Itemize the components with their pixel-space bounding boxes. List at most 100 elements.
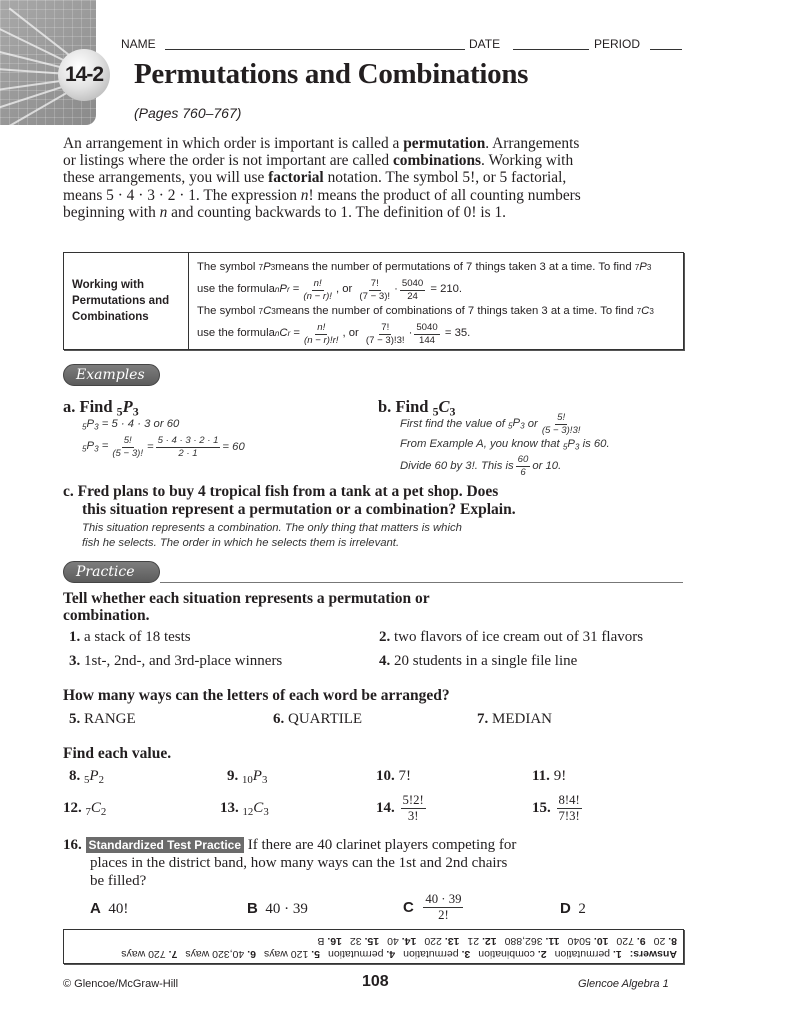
term-permutation: permutation [403, 135, 486, 152]
choice-text: 40 · 39 [265, 901, 308, 917]
fraction: 7! (7 − 3)! [357, 279, 392, 301]
text: · [408, 327, 413, 340]
subscript-n: 10 [242, 774, 253, 787]
problem-number: 4. [379, 653, 391, 669]
problem-3: 3. 1st-, 2nd-, and 3rd-place winners [69, 653, 282, 670]
problem-5: 5. RANGE [69, 711, 136, 728]
problem-text: be filled? [90, 873, 147, 889]
name-field[interactable] [165, 49, 465, 50]
numerator: 40 · 39 [423, 892, 464, 908]
answer-number: 14. [401, 935, 417, 947]
answer-entry: 3. permutation [403, 948, 470, 960]
choice-d[interactable]: D 2 [560, 900, 586, 918]
term-factorial: factorial [268, 169, 324, 187]
answer-value: permutation [328, 948, 387, 960]
problem-number: 13. [220, 800, 239, 816]
fraction: 40 · 39 2! [423, 892, 464, 922]
text: use the formula [197, 327, 275, 340]
problem-number: 10. [376, 768, 395, 784]
problem-text: places in the district band, how many wa… [90, 855, 508, 871]
subscript-n: 12 [242, 806, 254, 819]
page-reference: (Pages 760–767) [134, 105, 242, 121]
choice-b[interactable]: B 40 · 39 [247, 900, 308, 918]
choice-a[interactable]: A 40! [90, 900, 128, 918]
problem-text: 7! [398, 768, 412, 784]
lesson-number-badge: 14-2 [58, 49, 110, 101]
fraction: n! (n − r)!r! [302, 323, 340, 345]
intro-paragraph: An arrangement in which order is importa… [63, 135, 593, 221]
fraction: 5040 24 [399, 279, 426, 301]
answer-value: permutation [403, 948, 462, 960]
intro-text: and counting backwards to 1. The definit… [167, 203, 506, 221]
problem-7: 7. MEDIAN [477, 711, 552, 728]
symbol: P [89, 768, 99, 784]
denominator: (7 − 3)! [359, 290, 391, 302]
answer-number: 3. [461, 948, 471, 960]
answer-value: B [317, 935, 328, 947]
question-text: Fred plans to buy 4 tropical fish from a… [77, 483, 499, 500]
answer-number: 5. [311, 948, 320, 960]
name-label: NAME [121, 37, 156, 51]
standardized-test-practice-badge: Standardized Test Practice [85, 837, 244, 853]
problem-16: 16. Standardized Test Practice If there … [63, 836, 623, 890]
example-heading-text: Find [79, 397, 113, 416]
problem-number: 15. [532, 799, 551, 816]
fraction: 5!2! 3! [400, 794, 426, 823]
answer-entry: 14. 40 [387, 935, 416, 947]
answer-number: 1. [612, 948, 622, 960]
text: means the number of combinations of 7 th… [275, 305, 634, 318]
answer-entry: 16. B [317, 935, 342, 947]
example-c-answer: This situation represents a combination.… [82, 521, 462, 551]
copyright: © Glencoe/McGraw-Hill [63, 978, 179, 990]
denominator: 144 [419, 334, 436, 346]
question-text: this situation represent a permutation o… [82, 501, 516, 518]
instruction-arrangements: How many ways can the letters of each wo… [63, 687, 450, 704]
answer-value: 220 [424, 935, 445, 947]
answer-key-upside-down: Answers: 1. permutation 2. combination 3. p… [64, 930, 683, 963]
problem-15: 15. 8!4! 7!3! [532, 794, 584, 823]
example-b-step3: Divide 60 by 3!. This is 60 6 or 10. [400, 455, 561, 477]
page-number: 108 [362, 973, 389, 990]
step-text: = 5 · 4 · 3 or 60 [101, 418, 180, 430]
choice-text: 2 [578, 901, 586, 917]
answer-value: 720 ways [121, 948, 169, 960]
intro-text: . [485, 135, 490, 152]
instruction-find-value: Find each value. [63, 745, 172, 762]
date-field[interactable] [513, 49, 589, 50]
period-field[interactable] [650, 49, 682, 50]
text: The symbol [197, 261, 256, 274]
answer-entry: 13. 220 [424, 935, 459, 947]
instruction-text: combination. [63, 607, 150, 624]
problem-13: 13. 12C3 [220, 800, 269, 818]
choice-c[interactable]: C 40 · 39 2! [403, 893, 465, 922]
problem-4: 4. 20 students in a single file line [379, 653, 577, 670]
numerator: n! [311, 277, 324, 291]
answer-number: 12. [482, 935, 497, 947]
example-label: c. [63, 483, 74, 500]
step-text: First find the value of [400, 418, 505, 431]
denominator: (n − r)! [303, 290, 332, 302]
example-label: a. [63, 397, 76, 416]
answer-entry: 8. 20 [654, 935, 677, 947]
answer-number: 16. [327, 935, 342, 947]
symbol: P [252, 768, 262, 784]
numerator: 60 [515, 454, 531, 467]
answer-text: This situation represents a combination.… [82, 522, 462, 534]
answer-number: 2. [537, 948, 547, 960]
result: = 60 [222, 441, 245, 454]
numerator: n! [315, 321, 328, 335]
denominator: 7!3! [558, 808, 580, 823]
denominator: (5 − 3)! [112, 447, 144, 459]
denominator: (7 − 3)!3! [365, 334, 405, 346]
denominator: 6 [520, 466, 526, 478]
perm-formula: use the formula nPr = n! (n − r)!, or 7!(… [197, 277, 463, 302]
examples-section-header: Examples [63, 364, 160, 386]
text: means the number of permutations of 7 th… [275, 261, 632, 274]
answer-number: 7. [168, 948, 178, 960]
answer-value: 120 ways [263, 948, 312, 960]
answer-entry: 1. permutation [555, 948, 622, 960]
answer-entry: 9. 720 [616, 935, 645, 947]
fraction: 5040 144 [414, 323, 440, 346]
problem-8: 8. 5P2 [69, 768, 104, 786]
term-combinations: combinations [392, 152, 482, 170]
